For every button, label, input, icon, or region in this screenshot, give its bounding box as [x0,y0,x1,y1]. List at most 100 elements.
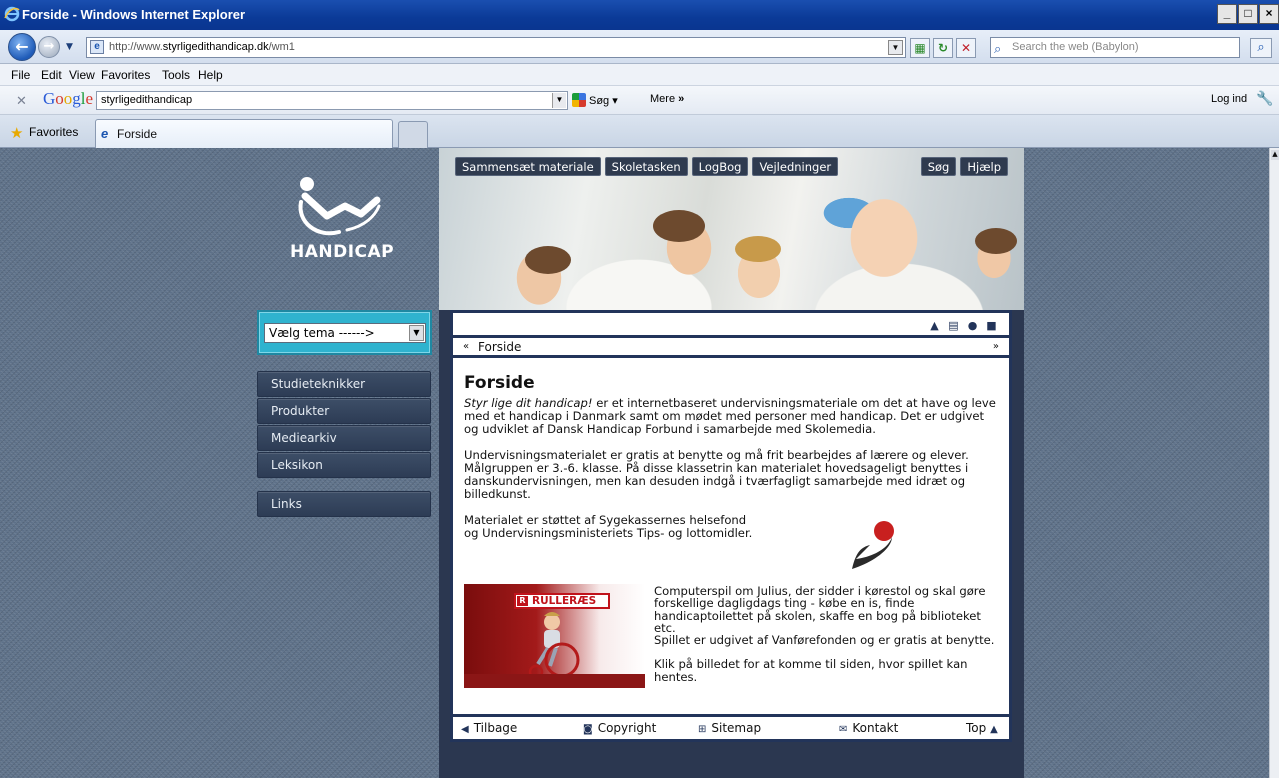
contact-link[interactable]: ✉ Kontakt [839,717,898,741]
tab-label: Forside [117,127,158,141]
copyright-link[interactable]: ◙ Copyright [583,717,656,741]
globe-icon[interactable]: ● [967,320,978,331]
top-menu: Sammensæt materiale Skoletasken LogBog V… [455,157,839,176]
back-button[interactable]: ← [8,33,36,61]
menu-bar: File Edit View Favorites Tools Help [0,64,1279,86]
back-link[interactable]: ◀ Tilbage [461,717,517,741]
theme-select[interactable]: Vælg tema ------> ▼ [264,323,426,343]
game-paragraph-1b: Spillet er udgivet af Vanførefonden og e… [654,633,995,648]
page-icon: e [90,40,104,54]
article-paragraph-2: Undervisningsmaterialet er gratis at ben… [464,448,969,501]
top-right-menu: Søg Hjælp [920,157,1008,176]
close-window-button[interactable]: × [1259,4,1279,24]
web-search-input[interactable]: ⌕ Search the web (Babylon) [990,37,1240,58]
address-dropdown-icon[interactable]: ▼ [888,40,903,55]
wheelchair-figure-icon [298,177,381,236]
scroll-up-icon[interactable]: ▲ [1271,150,1279,160]
search-icon: ⌕ [994,41,1002,56]
game-description: Computerspil om Julius, der sidder i kør… [654,585,1004,695]
theme-select-value: Vælg tema ------> [269,326,375,340]
article: Forside Styr lige dit handicap! er et in… [464,373,999,553]
home-icon[interactable]: ▲ [929,320,940,331]
google-search-button[interactable]: Søg ▾ [572,93,618,107]
address-input[interactable]: e http://www.styrligedithandicap.dk/wm1 … [86,37,906,58]
menu-tools[interactable]: Tools [162,68,190,82]
print-icon[interactable]: ▤ [948,320,959,331]
google-toolbar: ✕ Google styrligedithandicap ▼ Søg ▾ Mer… [0,86,1279,115]
window-title: Forside - Windows Internet Explorer [22,7,246,22]
toolbar-close-icon[interactable]: ✕ [16,93,27,109]
up-triangle-icon: ▲ [990,724,998,735]
google-login-link[interactable]: Log ind [1211,93,1247,105]
maximize-button[interactable]: □ [1238,4,1258,24]
menu-favorites[interactable]: Favorites [101,68,150,82]
page-viewport: HANDICAP Vælg tema ------> ▼ Studietekni… [0,148,1279,778]
menu-help[interactable]: Help [198,68,223,82]
article-paragraph-3: Materialet er støttet af Sygekassernes h… [464,513,753,540]
sitemap-icon: ⊞ [698,724,707,735]
menu-view[interactable]: View [69,68,95,82]
new-tab-button[interactable] [398,121,428,148]
nav-item-mediearkiv[interactable]: Mediearkiv [257,425,431,451]
favorites-button[interactable]: Favorites [29,125,78,139]
menu-file[interactable]: File [11,68,30,82]
top-menu-sog[interactable]: Søg [920,157,957,176]
tool-icon-row: ▲ ▤ ● ■ [453,313,1009,338]
favorites-star-icon[interactable]: ★ [10,124,23,142]
minimize-button[interactable]: _ [1217,4,1237,24]
history-dropdown-icon[interactable]: ▼ [66,42,73,52]
search-placeholder: Search the web (Babylon) [1012,41,1139,53]
ie-logo-icon [4,6,20,22]
page-title: Forside [464,373,535,393]
game-paragraph-2: Klik på billedet for at komme til siden,… [654,657,968,684]
prev-chevron-icon[interactable]: « [463,338,469,356]
envelope-icon: ✉ [839,724,848,735]
vertical-scrollbar[interactable]: ▲ [1269,148,1279,778]
google-logo: Google [43,89,94,108]
wrench-icon[interactable]: 🔧 [1256,90,1273,107]
sitemap-link[interactable]: ⊞ Sitemap [698,717,761,741]
article-paragraph-1: Styr lige dit handicap! er et internetba… [464,396,996,436]
top-menu-sammensaet-materiale[interactable]: Sammensæt materiale [455,157,601,176]
top-link[interactable]: Top ▲ [966,717,1003,741]
url-path: /wm1 [268,41,295,53]
lock-icon[interactable]: ■ [986,320,997,331]
refresh-icon[interactable]: ↻ [933,38,953,58]
tab-forside[interactable]: e Forside [95,119,393,148]
menu-edit[interactable]: Edit [41,68,62,82]
google-search-icon [572,93,586,107]
game-paragraph-1: Computerspil om Julius, der sidder i kør… [654,584,986,635]
top-menu-skoletasken[interactable]: Skoletasken [604,157,688,176]
wheelchair-boy-icon [528,612,580,680]
top-menu-vejledninger[interactable]: Vejledninger [752,157,839,176]
nav-item-studieteknikker[interactable]: Studieteknikker [257,371,431,397]
ie-tab-icon: e [101,126,109,141]
google-dropdown-icon[interactable]: ▼ [552,93,566,108]
nav-item-links[interactable]: Links [257,491,431,517]
stop-icon[interactable]: ✕ [956,38,976,58]
next-chevron-icon[interactable]: » [993,338,999,356]
rullerace-game-image[interactable]: R RULLERÆS [464,584,645,688]
url-domain: styrligedithandicap.dk [162,41,269,53]
breadcrumb-forside[interactable]: Forside [478,338,521,356]
content-box: ▲ ▤ ● ■ « Forside » Forside Styr lige di… [450,310,1012,742]
chevron-down-icon[interactable]: ▼ [409,325,424,341]
google-query-text: styrligedithandicap [101,94,193,106]
google-more-button[interactable]: Mere » [650,93,684,105]
nav-item-produkter[interactable]: Produkter [257,398,431,424]
tab-bar: ★ Favorites e Forside [0,115,1279,148]
top-menu-hjaelp[interactable]: Hjælp [960,157,1008,176]
left-triangle-icon: ◀ [461,724,469,735]
compatibility-icon[interactable]: ▦ [910,38,930,58]
top-menu-logbog[interactable]: LogBog [691,157,749,176]
search-go-button[interactable]: ⌕ [1250,38,1272,58]
url-prefix: http://www. [109,41,163,53]
theme-panel: Vælg tema ------> ▼ [257,310,432,355]
forward-button[interactable]: → [38,36,60,58]
sponsor-logo-icon [852,521,894,569]
nav-item-leksikon[interactable]: Leksikon [257,452,431,478]
google-search-input[interactable]: styrligedithandicap ▼ [96,91,568,110]
address-toolbar: ← → ▼ e http://www.styrligedithandicap.d… [0,30,1279,64]
breadcrumb: « Forside » [453,338,1009,358]
handicap-logo[interactable]: HANDICAP [287,172,397,282]
